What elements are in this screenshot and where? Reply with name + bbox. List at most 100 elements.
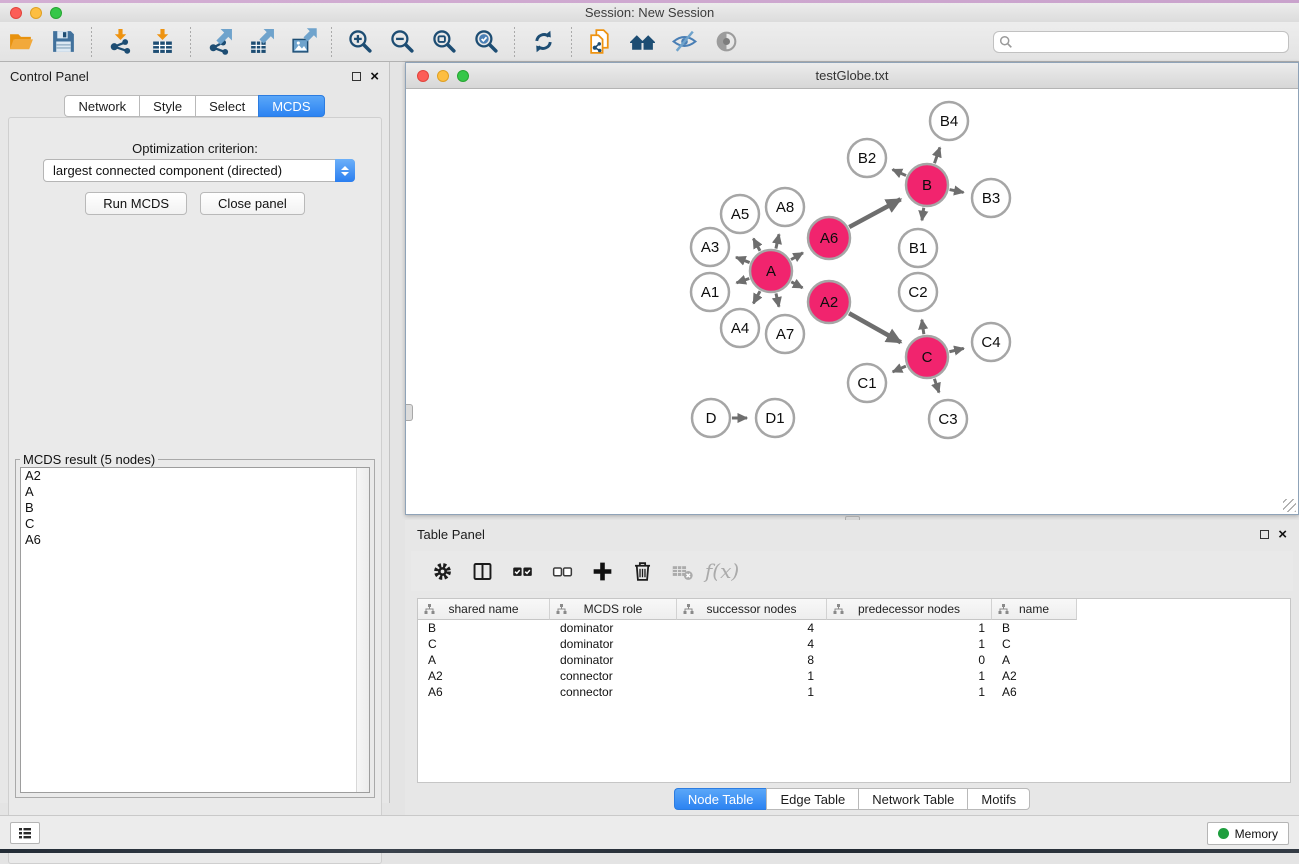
mcds-result-list[interactable]: A2ABCA6 [20,467,370,793]
table-row[interactable]: Cdominator41C [418,636,1290,652]
edge-A-A8[interactable] [776,234,779,248]
control-panel-tabs: NetworkStyleSelectMCDS [0,95,389,117]
edge-B-B4[interactable] [934,147,939,163]
edge-C-C1[interactable] [893,366,906,372]
show-all-button[interactable] [705,25,747,59]
table-tab-network-table[interactable]: Network Table [858,788,967,810]
table-tab-node-table[interactable]: Node Table [674,788,767,810]
refresh-button[interactable] [522,25,564,59]
delete-columns-button[interactable] [625,555,659,587]
edge-A-A2[interactable] [791,282,802,288]
table-tab-edge-table[interactable]: Edge Table [766,788,858,810]
import-network-button[interactable] [99,25,141,59]
tab-style[interactable]: Style [139,95,195,117]
search-input[interactable] [993,31,1289,53]
edge-C-C2[interactable] [922,320,924,334]
hide-selected-button[interactable] [663,25,705,59]
edge-C-C4[interactable] [949,348,963,351]
deselect-all-button[interactable] [545,555,579,587]
zoom-out-button[interactable] [381,25,423,59]
tab-network[interactable]: Network [64,95,139,117]
edge-B-B2[interactable] [893,169,906,175]
status-bar: Memory [0,815,1299,849]
create-column-button[interactable] [585,555,619,587]
memory-button[interactable]: Memory [1207,822,1289,845]
float-table-panel-icon[interactable] [1260,530,1269,539]
zoom-in-button[interactable] [339,25,381,59]
table-row[interactable]: Adominator80A [418,652,1290,668]
tab-select[interactable]: Select [195,95,258,117]
network-window-titlebar[interactable]: testGlobe.txt [406,63,1298,89]
zoom-fit-button[interactable] [423,25,465,59]
table-settings-button[interactable] [425,555,459,587]
node-label-D: D [706,410,717,427]
node-label-C3: C3 [938,411,957,428]
run-mcds-button[interactable]: Run MCDS [85,192,187,215]
edge-A-A4[interactable] [753,291,760,303]
column-header-MCDS-role[interactable]: MCDS role [550,599,677,620]
search-field-wrap [993,31,1289,53]
left-splitter-handle[interactable] [406,404,413,421]
export-network-button[interactable] [198,25,240,59]
node-table[interactable]: shared nameMCDS rolesuccessor nodesprede… [417,598,1291,783]
result-item[interactable]: C [21,516,369,532]
export-image-button[interactable] [282,25,324,59]
select-all-button[interactable] [505,555,539,587]
save-session-button[interactable] [42,25,84,59]
edge-A2-C[interactable] [849,313,901,342]
table-cell: 1 [827,621,992,635]
table-row[interactable]: A2connector11A2 [418,668,1290,684]
edge-A6-B[interactable] [849,199,900,227]
zoom-selected-button[interactable] [465,25,507,59]
import-table-button[interactable] [141,25,183,59]
new-network-from-selection-button[interactable] [579,25,621,59]
table-row[interactable]: A6connector11A6 [418,684,1290,700]
float-panel-icon[interactable] [352,72,361,81]
node-label-A2: A2 [820,294,838,311]
export-table-button[interactable] [240,25,282,59]
node-label-A7: A7 [776,326,794,343]
plus-icon [591,560,614,583]
network-canvas[interactable]: ABCA2A6A1A3A4A5A7A8B1B2B3B4C1C2C3C4DD1 [406,90,1298,514]
table-row[interactable]: Bdominator41B [418,620,1290,636]
column-header-predecessor-nodes[interactable]: predecessor nodes [827,599,992,620]
close-table-panel-icon[interactable]: × [1278,527,1287,542]
table-cell: connector [550,685,677,699]
search-icon [999,35,1013,49]
import-table-icon [149,28,176,55]
home-view-button[interactable] [621,25,663,59]
column-header-successor-nodes[interactable]: successor nodes [677,599,827,620]
criterion-select[interactable]: largest connected component (directed) [43,159,355,182]
desktop-background [0,849,1299,853]
edge-C-C3[interactable] [934,379,939,393]
result-item[interactable]: B [21,500,369,516]
close-panel-button[interactable]: Close panel [200,192,305,215]
function-builder-button[interactable]: f(x) [705,555,739,587]
edge-A-A5[interactable] [753,239,760,251]
edge-A-A1[interactable] [736,278,749,282]
edge-B-B1[interactable] [922,208,924,221]
open-file-button[interactable] [0,25,42,59]
delete-table-button[interactable] [665,555,699,587]
show-columns-button[interactable] [465,555,499,587]
optimization-criterion-label: Optimization criterion: [9,141,381,156]
result-item[interactable]: A2 [21,468,369,484]
edge-A-A7[interactable] [776,293,779,306]
column-header-name[interactable]: name [992,599,1077,620]
result-list-scrollbar[interactable] [356,468,369,792]
result-item[interactable]: A [21,484,369,500]
edge-A-A3[interactable] [736,257,750,262]
tab-mcds[interactable]: MCDS [258,95,324,117]
table-tab-motifs[interactable]: Motifs [967,788,1030,810]
resize-grip[interactable] [1283,499,1296,512]
edge-B-B3[interactable] [950,190,964,193]
control-panel-title: Control Panel [10,69,89,84]
edge-A-A6[interactable] [791,253,803,260]
network-graph[interactable]: ABCA2A6A1A3A4A5A7A8B1B2B3B4C1C2C3C4DD1 [406,90,1298,514]
result-item[interactable]: A6 [21,532,369,548]
control-panel: Control Panel × NetworkStyleSelectMCDS O… [0,62,390,803]
task-history-button[interactable] [10,822,40,844]
column-header-shared-name[interactable]: shared name [418,599,550,620]
columns-icon [471,560,494,583]
close-panel-icon[interactable]: × [370,69,379,84]
